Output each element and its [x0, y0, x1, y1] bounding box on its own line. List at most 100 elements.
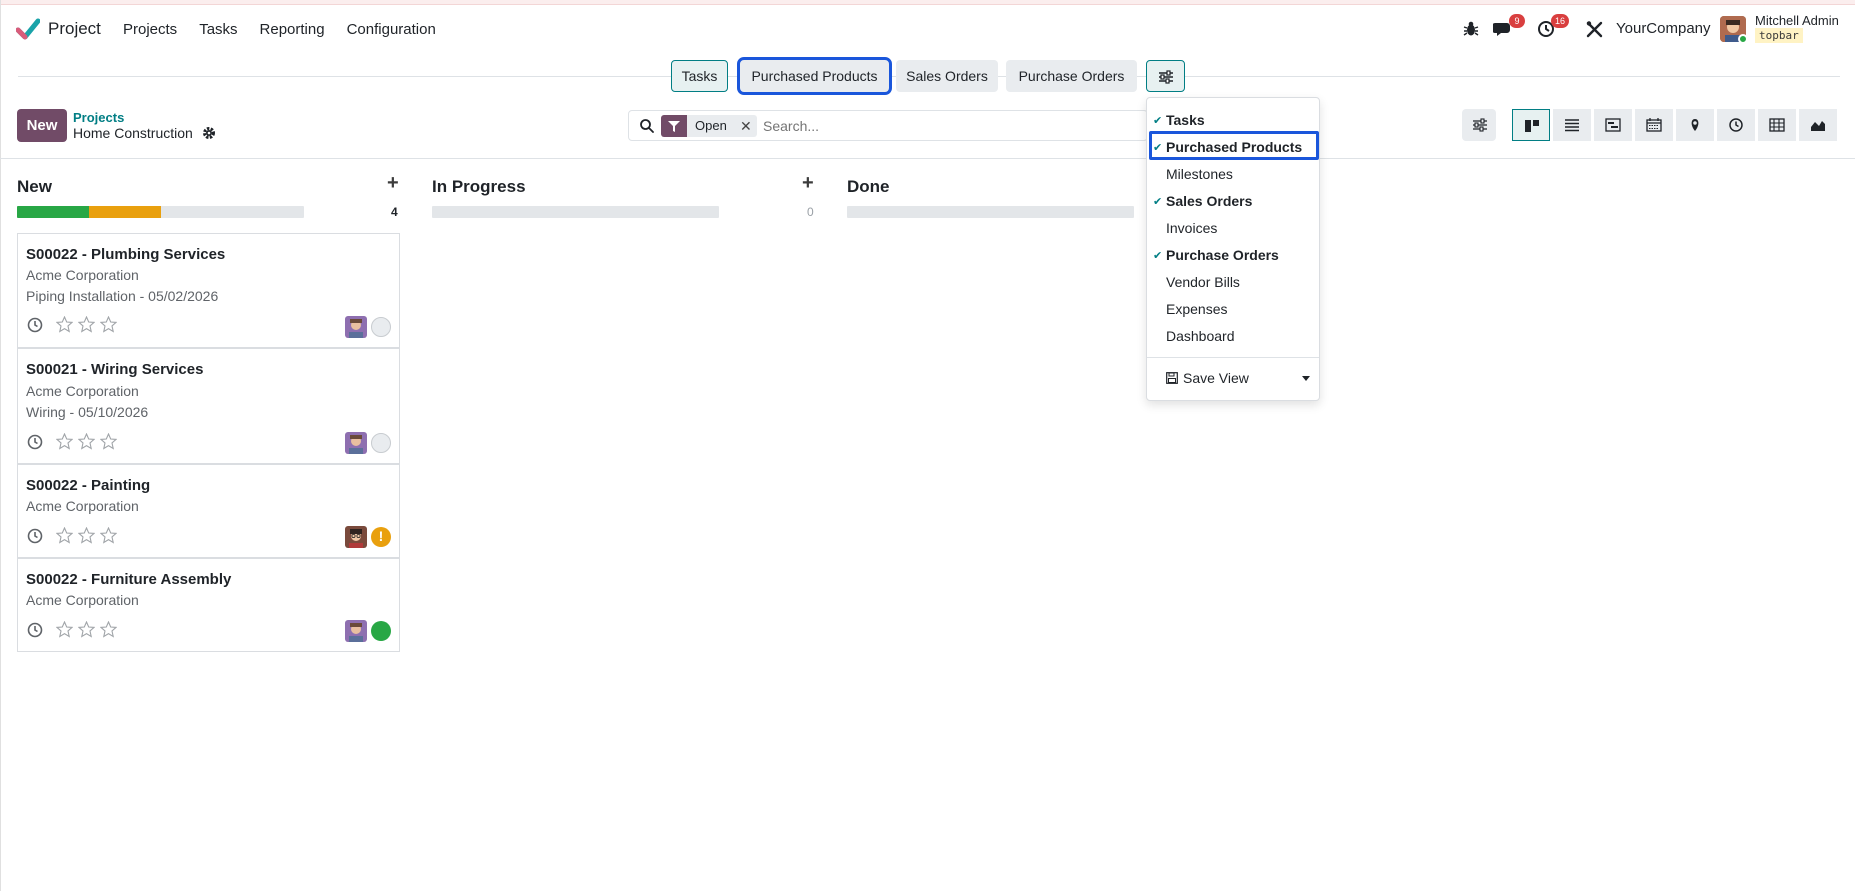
gear-icon[interactable]	[202, 126, 216, 140]
clock-icon	[1729, 118, 1743, 132]
card-title: S00022 - Plumbing Services	[26, 246, 226, 263]
menu-configuration[interactable]: Configuration	[347, 21, 436, 38]
view-map-button[interactable]	[1676, 109, 1714, 141]
dropdown-item-dashboard[interactable]: Dashboard	[1147, 328, 1319, 348]
toggle-filters-button[interactable]	[1462, 109, 1496, 141]
column-in-progress-quick-create[interactable]: +	[802, 172, 814, 195]
search-input[interactable]	[763, 116, 1123, 136]
menu-projects[interactable]: Projects	[123, 21, 177, 38]
view-activity-button[interactable]	[1717, 109, 1755, 141]
project-app-icon[interactable]	[16, 18, 40, 40]
activity-clock-icon[interactable]	[27, 434, 43, 450]
menu-tasks[interactable]: Tasks	[199, 21, 237, 38]
company-switcher[interactable]: YourCompany	[1616, 20, 1711, 37]
assignee-avatar[interactable]	[345, 432, 367, 454]
user-name[interactable]: Mitchell Admin	[1755, 13, 1839, 28]
check-icon: ✔	[1153, 250, 1163, 262]
activities-menu[interactable]: 16	[1537, 14, 1569, 38]
kanban-state-normal[interactable]	[371, 433, 391, 453]
activity-clock-icon[interactable]	[27, 528, 43, 544]
column-in-progress-progressbar	[432, 206, 719, 218]
star-icon[interactable]	[78, 621, 95, 638]
dropdown-item-purchased-products[interactable]: ✔ Purchased Products	[1147, 139, 1319, 159]
dropdown-item-sales-orders[interactable]: ✔ Sales Orders	[1147, 193, 1319, 213]
control-panel-divider	[0, 158, 1855, 159]
assignee-avatar[interactable]	[345, 526, 367, 548]
view-graph-button[interactable]	[1799, 109, 1837, 141]
online-status-dot	[1738, 34, 1748, 44]
dropdown-item-milestones[interactable]: Milestones	[1147, 166, 1319, 186]
star-icon[interactable]	[56, 527, 73, 544]
dropdown-item-label: Purchase Orders	[1166, 247, 1279, 263]
kanban-card[interactable]: S00022 - Plumbing Services Acme Corporat…	[17, 233, 400, 348]
view-pivot-button[interactable]	[1758, 109, 1796, 141]
column-new-progressbar[interactable]	[17, 206, 304, 218]
bug-icon[interactable]	[1461, 20, 1481, 38]
progress-green[interactable]	[17, 206, 89, 218]
progress-orange[interactable]	[89, 206, 161, 218]
star-icon[interactable]	[100, 621, 117, 638]
app-name[interactable]: Project	[48, 19, 101, 39]
column-new-title[interactable]: New	[17, 177, 52, 197]
kanban-state-approved[interactable]	[371, 621, 391, 641]
card-customer: Acme Corporation	[26, 592, 139, 608]
actions-config-button[interactable]	[1146, 60, 1185, 92]
dropdown-item-label: Vendor Bills	[1166, 274, 1240, 290]
priority-stars	[56, 621, 117, 638]
column-new-quick-create[interactable]: +	[387, 172, 399, 195]
view-kanban-button[interactable]	[1512, 109, 1550, 141]
facet-remove-icon[interactable]: ✕	[734, 115, 757, 137]
star-icon[interactable]	[56, 316, 73, 333]
breadcrumb-current: Home Construction	[73, 125, 193, 141]
new-button[interactable]: New	[17, 109, 67, 142]
dropdown-item-vendor-bills[interactable]: Vendor Bills	[1147, 274, 1319, 294]
star-icon[interactable]	[56, 621, 73, 638]
action-tasks-button[interactable]: Tasks	[671, 60, 728, 92]
caret-down-icon[interactable]	[1302, 376, 1310, 381]
assignee-avatar[interactable]	[345, 316, 367, 338]
main-navbar: Project Projects Tasks Reporting Configu…	[0, 6, 1855, 52]
action-purchase-orders-button[interactable]: Purchase Orders	[1006, 60, 1137, 92]
database-name: topbar	[1755, 28, 1803, 43]
activity-clock-icon[interactable]	[27, 622, 43, 638]
activity-clock-icon[interactable]	[27, 317, 43, 333]
column-done-progressbar	[847, 206, 1134, 218]
view-gantt-button[interactable]	[1594, 109, 1632, 141]
column-in-progress-title[interactable]: In Progress	[432, 177, 526, 197]
column-in-progress-count: 0	[807, 205, 814, 219]
messages-menu[interactable]: 9	[1492, 14, 1525, 38]
search-icon[interactable]	[639, 118, 655, 134]
dropdown-item-purchase-orders[interactable]: ✔ Purchase Orders	[1147, 247, 1319, 267]
dropdown-item-invoices[interactable]: Invoices	[1147, 220, 1319, 240]
view-calendar-button[interactable]	[1635, 109, 1673, 141]
menu-reporting[interactable]: Reporting	[260, 21, 325, 38]
dropdown-item-expenses[interactable]: Expenses	[1147, 301, 1319, 321]
action-purchased-products-button[interactable]: Purchased Products	[737, 57, 892, 95]
star-icon[interactable]	[56, 433, 73, 450]
column-done-title[interactable]: Done	[847, 177, 890, 197]
star-icon[interactable]	[100, 433, 117, 450]
star-icon[interactable]	[100, 527, 117, 544]
kanban-state-changes-requested[interactable]: !	[371, 527, 391, 547]
action-sales-orders-button[interactable]: Sales Orders	[896, 60, 998, 92]
left-edge	[0, 0, 1, 891]
kanban-card[interactable]: S00022 - Furniture Assembly Acme Corpora…	[17, 558, 400, 652]
star-icon[interactable]	[78, 527, 95, 544]
star-icon[interactable]	[78, 316, 95, 333]
dropdown-item-tasks[interactable]: ✔ Tasks	[1147, 112, 1319, 132]
breadcrumb-projects[interactable]: Projects	[73, 110, 124, 125]
dropdown-item-label: Milestones	[1166, 166, 1233, 182]
card-customer: Acme Corporation	[26, 383, 139, 399]
assignee-avatar[interactable]	[345, 620, 367, 642]
kanban-state-normal[interactable]	[371, 317, 391, 337]
star-icon[interactable]	[78, 433, 95, 450]
area-chart-icon	[1811, 121, 1825, 131]
kanban-card[interactable]: S00021 - Wiring Services Acme Corporatio…	[17, 348, 400, 464]
search-facet: Open ✕	[661, 115, 757, 137]
view-list-button[interactable]	[1553, 109, 1591, 141]
star-icon[interactable]	[100, 316, 117, 333]
dropdown-item-label: Purchased Products	[1166, 139, 1303, 155]
tools-icon[interactable]	[1585, 20, 1605, 38]
save-view-button[interactable]: Save View	[1166, 370, 1249, 386]
kanban-card[interactable]: S00022 - Painting Acme Corporation !	[17, 464, 400, 558]
